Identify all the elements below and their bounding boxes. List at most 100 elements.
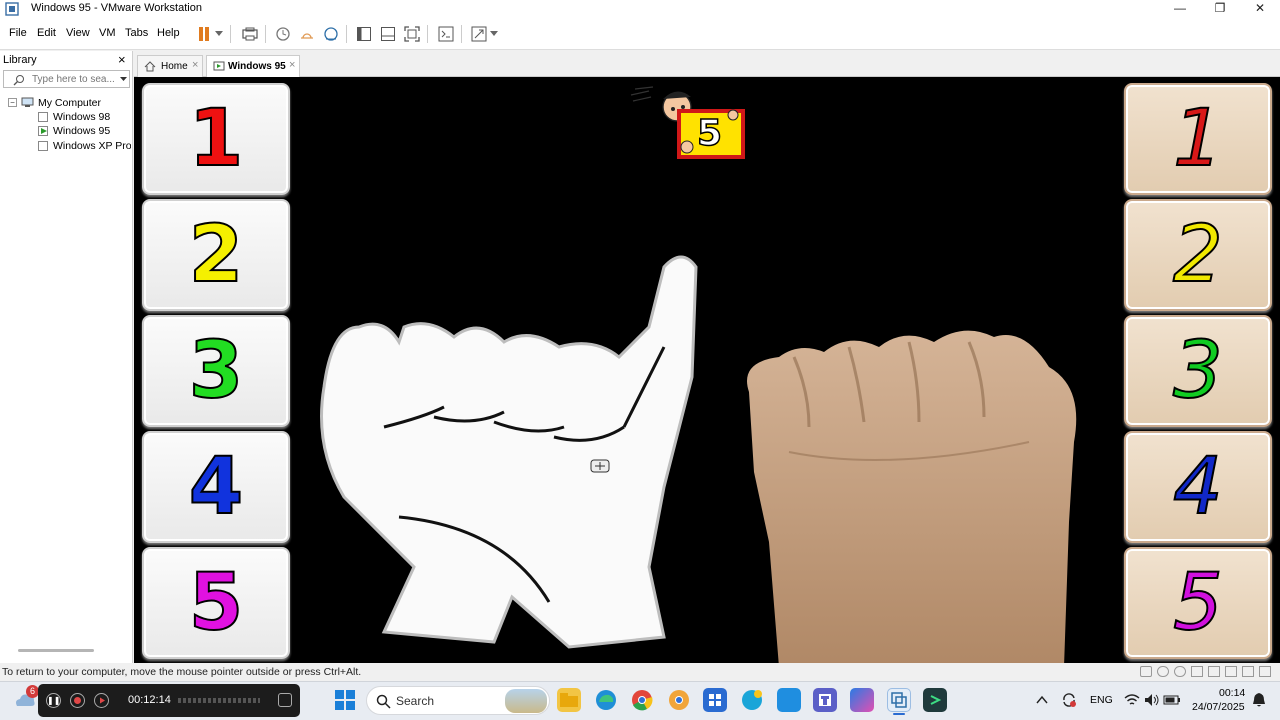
collapse-icon[interactable]: − [8, 98, 17, 107]
sound-icon[interactable] [1225, 666, 1237, 677]
chevron-down-icon[interactable] [487, 24, 501, 44]
send-ctrl-alt-del-icon[interactable] [240, 24, 260, 44]
toolbar-separator [346, 25, 347, 43]
recorder-record-icon[interactable] [70, 693, 85, 708]
toolbar-separator [427, 25, 428, 43]
vm-display[interactable]: 1 2 3 4 5 1 2 3 4 5 5 [134, 77, 1280, 663]
chrome-browser-icon[interactable] [630, 688, 654, 712]
notification-bell-icon[interactable] [1252, 692, 1266, 708]
vm-tab-icon [213, 61, 225, 71]
tree-vm-windows-98[interactable]: Windows 98 [53, 111, 110, 123]
tree-vm-windows-xp[interactable]: Windows XP Prof [53, 140, 131, 152]
vm-icon [38, 112, 48, 122]
active-app-indicator [893, 713, 905, 715]
recorder-pause-icon[interactable]: ❚❚ [46, 693, 61, 708]
number-label: 2 [188, 209, 244, 301]
edge-browser-icon[interactable] [594, 688, 618, 712]
home-icon [144, 61, 156, 72]
mouse-busy-cursor-icon [590, 459, 610, 473]
left-number-button-5[interactable]: 5 [142, 547, 290, 659]
stretch-guest-icon[interactable] [469, 24, 489, 44]
right-number-button-2[interactable]: 2 [1124, 199, 1272, 311]
library-close-button[interactable]: × [118, 52, 126, 67]
snapshot-icon[interactable] [273, 24, 293, 44]
recorder-audio-level [178, 698, 260, 703]
screen-recorder-bar: ❚❚ 00:12:14 [38, 684, 300, 717]
cd-rom-icon[interactable] [1157, 666, 1169, 677]
menu-file[interactable]: File [9, 27, 27, 39]
tab-home-label: Home [161, 61, 188, 72]
left-number-button-3[interactable]: 3 [142, 315, 290, 427]
left-number-button-1[interactable]: 1 [142, 83, 290, 195]
tree-my-computer[interactable]: My Computer [38, 97, 101, 109]
chevron-up-icon[interactable] [1036, 695, 1048, 705]
full-screen-icon[interactable] [402, 24, 422, 44]
console-view-icon[interactable] [436, 24, 456, 44]
right-number-button-5[interactable]: 5 [1124, 547, 1272, 659]
search-highlight-image [505, 689, 547, 713]
search-label: Search [396, 694, 435, 708]
pause-icon[interactable] [194, 24, 214, 44]
microsoft-store-icon[interactable] [703, 688, 727, 712]
volume-icon[interactable] [1144, 693, 1160, 707]
right-number-button-3[interactable]: 3 [1124, 315, 1272, 427]
number-label: 3 [188, 325, 244, 417]
menu-help[interactable]: Help [157, 27, 180, 39]
revert-snapshot-icon[interactable] [297, 24, 317, 44]
right-number-button-1[interactable]: 1 [1124, 83, 1272, 195]
chevron-down-icon[interactable] [212, 24, 226, 44]
left-number-button-4[interactable]: 4 [142, 431, 290, 543]
copilot-icon[interactable] [850, 688, 874, 712]
search-icon [376, 694, 391, 709]
minimize-button[interactable]: — [1160, 0, 1200, 18]
snapshot-manager-icon[interactable] [321, 24, 341, 44]
close-button[interactable]: ✕ [1240, 0, 1280, 18]
tab-windows-95[interactable]: Windows 95 × [206, 55, 300, 77]
taskbar-clock-date[interactable]: 24/07/2025 [1192, 701, 1245, 713]
cd-rom-icon[interactable] [1174, 666, 1186, 677]
library-header: Library [3, 54, 37, 66]
thumbnail-bar-icon[interactable] [378, 24, 398, 44]
app-icon[interactable] [777, 688, 801, 712]
hard-disk-icon[interactable] [1140, 666, 1152, 677]
input-language[interactable]: ENG [1090, 694, 1113, 706]
network-icon[interactable] [1208, 666, 1220, 677]
menu-view[interactable]: View [66, 27, 90, 39]
device-status-icons [1140, 666, 1276, 678]
menu-tabs[interactable]: Tabs [125, 27, 148, 39]
library-search[interactable] [3, 70, 130, 88]
tab-home-close[interactable]: × [192, 59, 198, 71]
tab-home[interactable]: Home × [137, 55, 203, 77]
tree-vm-windows-95[interactable]: Windows 95 [53, 125, 110, 137]
recorder-play-icon[interactable] [94, 693, 109, 708]
vmware-taskbar-icon[interactable] [887, 688, 911, 712]
social-app-icon[interactable] [740, 688, 764, 712]
chrome-canary-icon[interactable] [667, 688, 691, 712]
sync-status-icon[interactable] [1061, 692, 1077, 708]
taskbar-clock-time[interactable]: 00:14 [1219, 687, 1245, 699]
taskbar-search[interactable]: Search [366, 686, 550, 715]
teams-icon[interactable] [813, 688, 837, 712]
right-number-button-4[interactable]: 4 [1124, 431, 1272, 543]
windows-start-icon[interactable] [334, 689, 356, 711]
toolbar-separator [461, 25, 462, 43]
library-horizontal-scrollbar[interactable] [18, 649, 94, 652]
wifi-icon[interactable] [1124, 693, 1140, 706]
floppy-icon[interactable] [1191, 666, 1203, 677]
menu-edit[interactable]: Edit [37, 27, 56, 39]
file-explorer-icon[interactable] [557, 688, 581, 712]
menu-vm[interactable]: VM [99, 27, 116, 39]
restore-button[interactable]: ❐ [1200, 0, 1240, 18]
recorder-settings-icon[interactable] [278, 693, 292, 707]
tab-windows-95-close[interactable]: × [289, 59, 295, 71]
printer-icon[interactable] [1242, 666, 1254, 677]
sign-number: 5 [696, 112, 723, 155]
terminal-app-icon[interactable] [923, 688, 947, 712]
show-library-icon[interactable] [354, 24, 374, 44]
battery-icon[interactable] [1163, 694, 1181, 706]
left-number-button-2[interactable]: 2 [142, 199, 290, 311]
number-label: 4 [188, 441, 244, 533]
chevron-down-icon[interactable] [120, 77, 127, 82]
library-search-input[interactable] [32, 72, 114, 86]
message-log-icon[interactable] [1259, 666, 1271, 677]
